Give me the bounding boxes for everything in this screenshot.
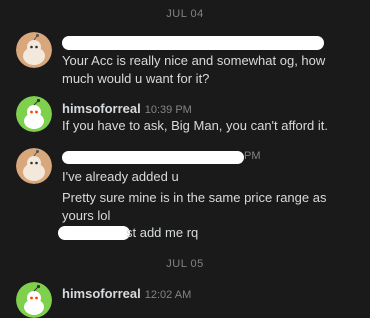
message-2: himsoforreal 10:39 PM If you have to ask,… — [62, 100, 362, 135]
snoo-orange-avatar-icon[interactable] — [16, 148, 52, 184]
snoo-orange-avatar-icon[interactable] — [16, 32, 52, 68]
date-separator: JUL 05 — [166, 258, 204, 270]
author-name[interactable]: himsoforreal — [62, 101, 141, 116]
redacted-text — [58, 226, 130, 240]
redacted-username — [62, 36, 324, 50]
message-4: himsoforreal 12:02 AM — [62, 285, 362, 302]
snoo-green-avatar-icon[interactable] — [16, 282, 52, 318]
timestamp: 10:39 PM — [144, 104, 192, 116]
message-line: Your Acc is really nice and somewhat og,… — [62, 53, 326, 68]
message-line: I've already added u — [62, 169, 179, 184]
message-line: much would u want for it? — [62, 71, 210, 86]
message-line: Pretty sure mine is in the same price ra… — [62, 190, 327, 205]
message-1: Your Acc is really nice and somewhat og,… — [62, 52, 362, 88]
message-line: If you have to ask, Big Man, you can't a… — [62, 118, 328, 133]
timestamp: 12:02 AM — [144, 289, 192, 301]
date-separator: JUL 04 — [166, 8, 204, 20]
redacted-username — [62, 151, 244, 164]
timestamp-fragment: PM — [244, 150, 261, 162]
message-3: I've already added u Pretty sure mine is… — [62, 168, 362, 225]
snoo-green-avatar-icon[interactable] — [16, 96, 52, 132]
message-line: st add me rq — [126, 225, 199, 240]
message-line: yours lol — [62, 208, 111, 223]
author-name[interactable]: himsoforreal — [62, 286, 141, 301]
